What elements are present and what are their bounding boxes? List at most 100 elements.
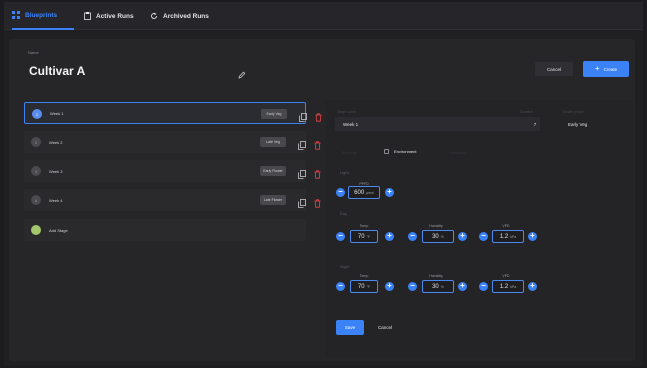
stage-row[interactable]: 4 Week 4 Late Flower (24, 189, 321, 213)
night-temp-input[interactable]: 70 °F (350, 280, 378, 293)
day-humidity-decrement[interactable]: − (408, 232, 417, 241)
copy-icon[interactable] (299, 109, 307, 127)
trash-icon[interactable] (315, 109, 322, 127)
night-section: Night (340, 264, 350, 269)
stage-number: 3 (31, 166, 41, 176)
pencil-icon[interactable] (238, 66, 246, 84)
ppfd-input[interactable]: 600 µmol (348, 186, 380, 199)
ppfd-unit: µmol (366, 190, 374, 195)
add-stage-button[interactable]: Add Stage (24, 219, 306, 241)
tab-environment[interactable]: Environment (384, 149, 416, 154)
duration-field[interactable]: 7 (526, 117, 544, 131)
blueprint-name[interactable]: Cultivar A (29, 64, 85, 78)
stage-badge: Early Flower (260, 166, 286, 176)
night-temp-value: 70 (357, 283, 365, 290)
create-label: Create (603, 66, 618, 72)
night-vpd-unit: kPa (510, 284, 517, 289)
night-temp-increment[interactable]: + (385, 282, 394, 291)
night-vpd-increment[interactable]: + (528, 282, 537, 291)
stage-number: 2 (31, 137, 41, 147)
copy-icon[interactable] (298, 137, 306, 155)
duration-label: Duration (520, 110, 534, 114)
stage-badge: Early Veg (261, 109, 287, 119)
trash-icon[interactable] (314, 166, 321, 184)
tab-blueprints[interactable]: Blueprints (12, 2, 74, 30)
day-vpd-decrement[interactable]: − (479, 232, 488, 241)
day-temp-label: Temp (359, 224, 369, 228)
tab-schedule[interactable]: Schedule (342, 151, 357, 155)
day-vpd-input[interactable]: 1.2 kPa (492, 230, 524, 243)
day-humidity-value: 30 (432, 233, 439, 240)
stage-badge: Late Veg (260, 137, 286, 147)
copy-icon[interactable] (298, 195, 306, 213)
clipboard-icon (84, 12, 91, 20)
phase-select[interactable]: Early Veg (558, 117, 628, 131)
tab-label: Active Runs (96, 12, 134, 20)
tab-environment-label: Environment (394, 149, 417, 154)
stage-name-field[interactable]: Week 1 (335, 117, 540, 131)
night-vpd-decrement[interactable]: − (479, 282, 488, 291)
night-temp-unit: °F (366, 284, 371, 289)
tab-label: Blueprints (25, 11, 58, 19)
copy-icon[interactable] (298, 166, 306, 184)
day-temp-increment[interactable]: + (385, 232, 394, 241)
save-button[interactable]: Save (336, 320, 364, 335)
night-temp-label: Temp (359, 274, 369, 278)
stage-label: Week 3 (49, 168, 63, 174)
day-temp-decrement[interactable]: − (336, 232, 345, 241)
tab-label: Archived Runs (163, 12, 209, 20)
stage-badge: Late Flower (260, 195, 286, 205)
checkbox-icon (384, 149, 389, 154)
day-temp-input[interactable]: 70 °F (350, 230, 378, 243)
day-section: Day (340, 211, 348, 216)
light-section: Light (340, 170, 349, 175)
stage-number: 1 (32, 109, 42, 119)
create-button[interactable]: + Create (583, 61, 629, 77)
night-humidity-decrement[interactable]: − (408, 282, 417, 291)
day-humidity-unit: % (440, 234, 444, 239)
night-humidity-input[interactable]: 30% (422, 280, 454, 293)
trash-icon[interactable] (314, 137, 321, 155)
night-vpd-value: 1.2 (499, 283, 509, 290)
stage-row[interactable]: 2 Week 2 Late Veg (24, 131, 321, 155)
stage-label: Week 1 (50, 110, 64, 116)
stage-name-label: Stage name (337, 110, 356, 114)
ppfd-value: 600 (354, 189, 365, 196)
day-temp-unit: °F (366, 234, 371, 239)
grid-icon (12, 11, 20, 19)
tab-active-runs[interactable]: Active Runs (84, 2, 134, 30)
stage-label: Week 4 (49, 197, 63, 203)
stage-row[interactable]: 1 Week 1 Early Veg (24, 102, 322, 127)
top-nav: Blueprints Active Runs Archived Runs (4, 2, 643, 30)
day-humidity-label: Humidity (429, 224, 443, 228)
night-humidity-increment[interactable]: + (458, 282, 467, 291)
tab-archived-runs[interactable]: Archived Runs (150, 2, 209, 30)
cancel-button[interactable]: Cancel (535, 62, 573, 76)
ppfd-decrement[interactable]: − (336, 188, 345, 197)
stage-row[interactable]: 3 Week 3 Early Flower (24, 160, 321, 184)
stage-label: Week 2 (49, 139, 63, 145)
editor-cancel-button[interactable]: Cancel (370, 320, 400, 335)
day-vpd-label: VPD (502, 224, 510, 228)
stage-name-value: Week 1 (343, 121, 359, 127)
plus-icon: + (594, 64, 600, 73)
day-humidity-increment[interactable]: + (458, 232, 467, 241)
phase-label: Growth phase (562, 110, 584, 114)
tab-fertigation[interactable]: Fertigation (450, 151, 467, 155)
night-humidity-label: Humidity (429, 274, 443, 278)
night-vpd-label: VPD (502, 274, 510, 278)
duration-value: 7 (533, 121, 537, 127)
trash-icon[interactable] (314, 195, 321, 213)
refresh-icon (150, 12, 158, 20)
name-label: Name (28, 50, 39, 55)
day-vpd-value: 1.2 (499, 233, 509, 240)
day-vpd-increment[interactable]: + (528, 232, 537, 241)
night-humidity-value: 30 (432, 283, 439, 290)
night-vpd-input[interactable]: 1.2 kPa (492, 280, 524, 293)
plus-icon (31, 225, 41, 235)
night-temp-decrement[interactable]: − (336, 282, 345, 291)
phase-value: Early Veg (568, 121, 588, 127)
ppfd-increment[interactable]: + (385, 188, 394, 197)
day-temp-value: 70 (357, 233, 365, 240)
day-humidity-input[interactable]: 30% (422, 230, 454, 243)
